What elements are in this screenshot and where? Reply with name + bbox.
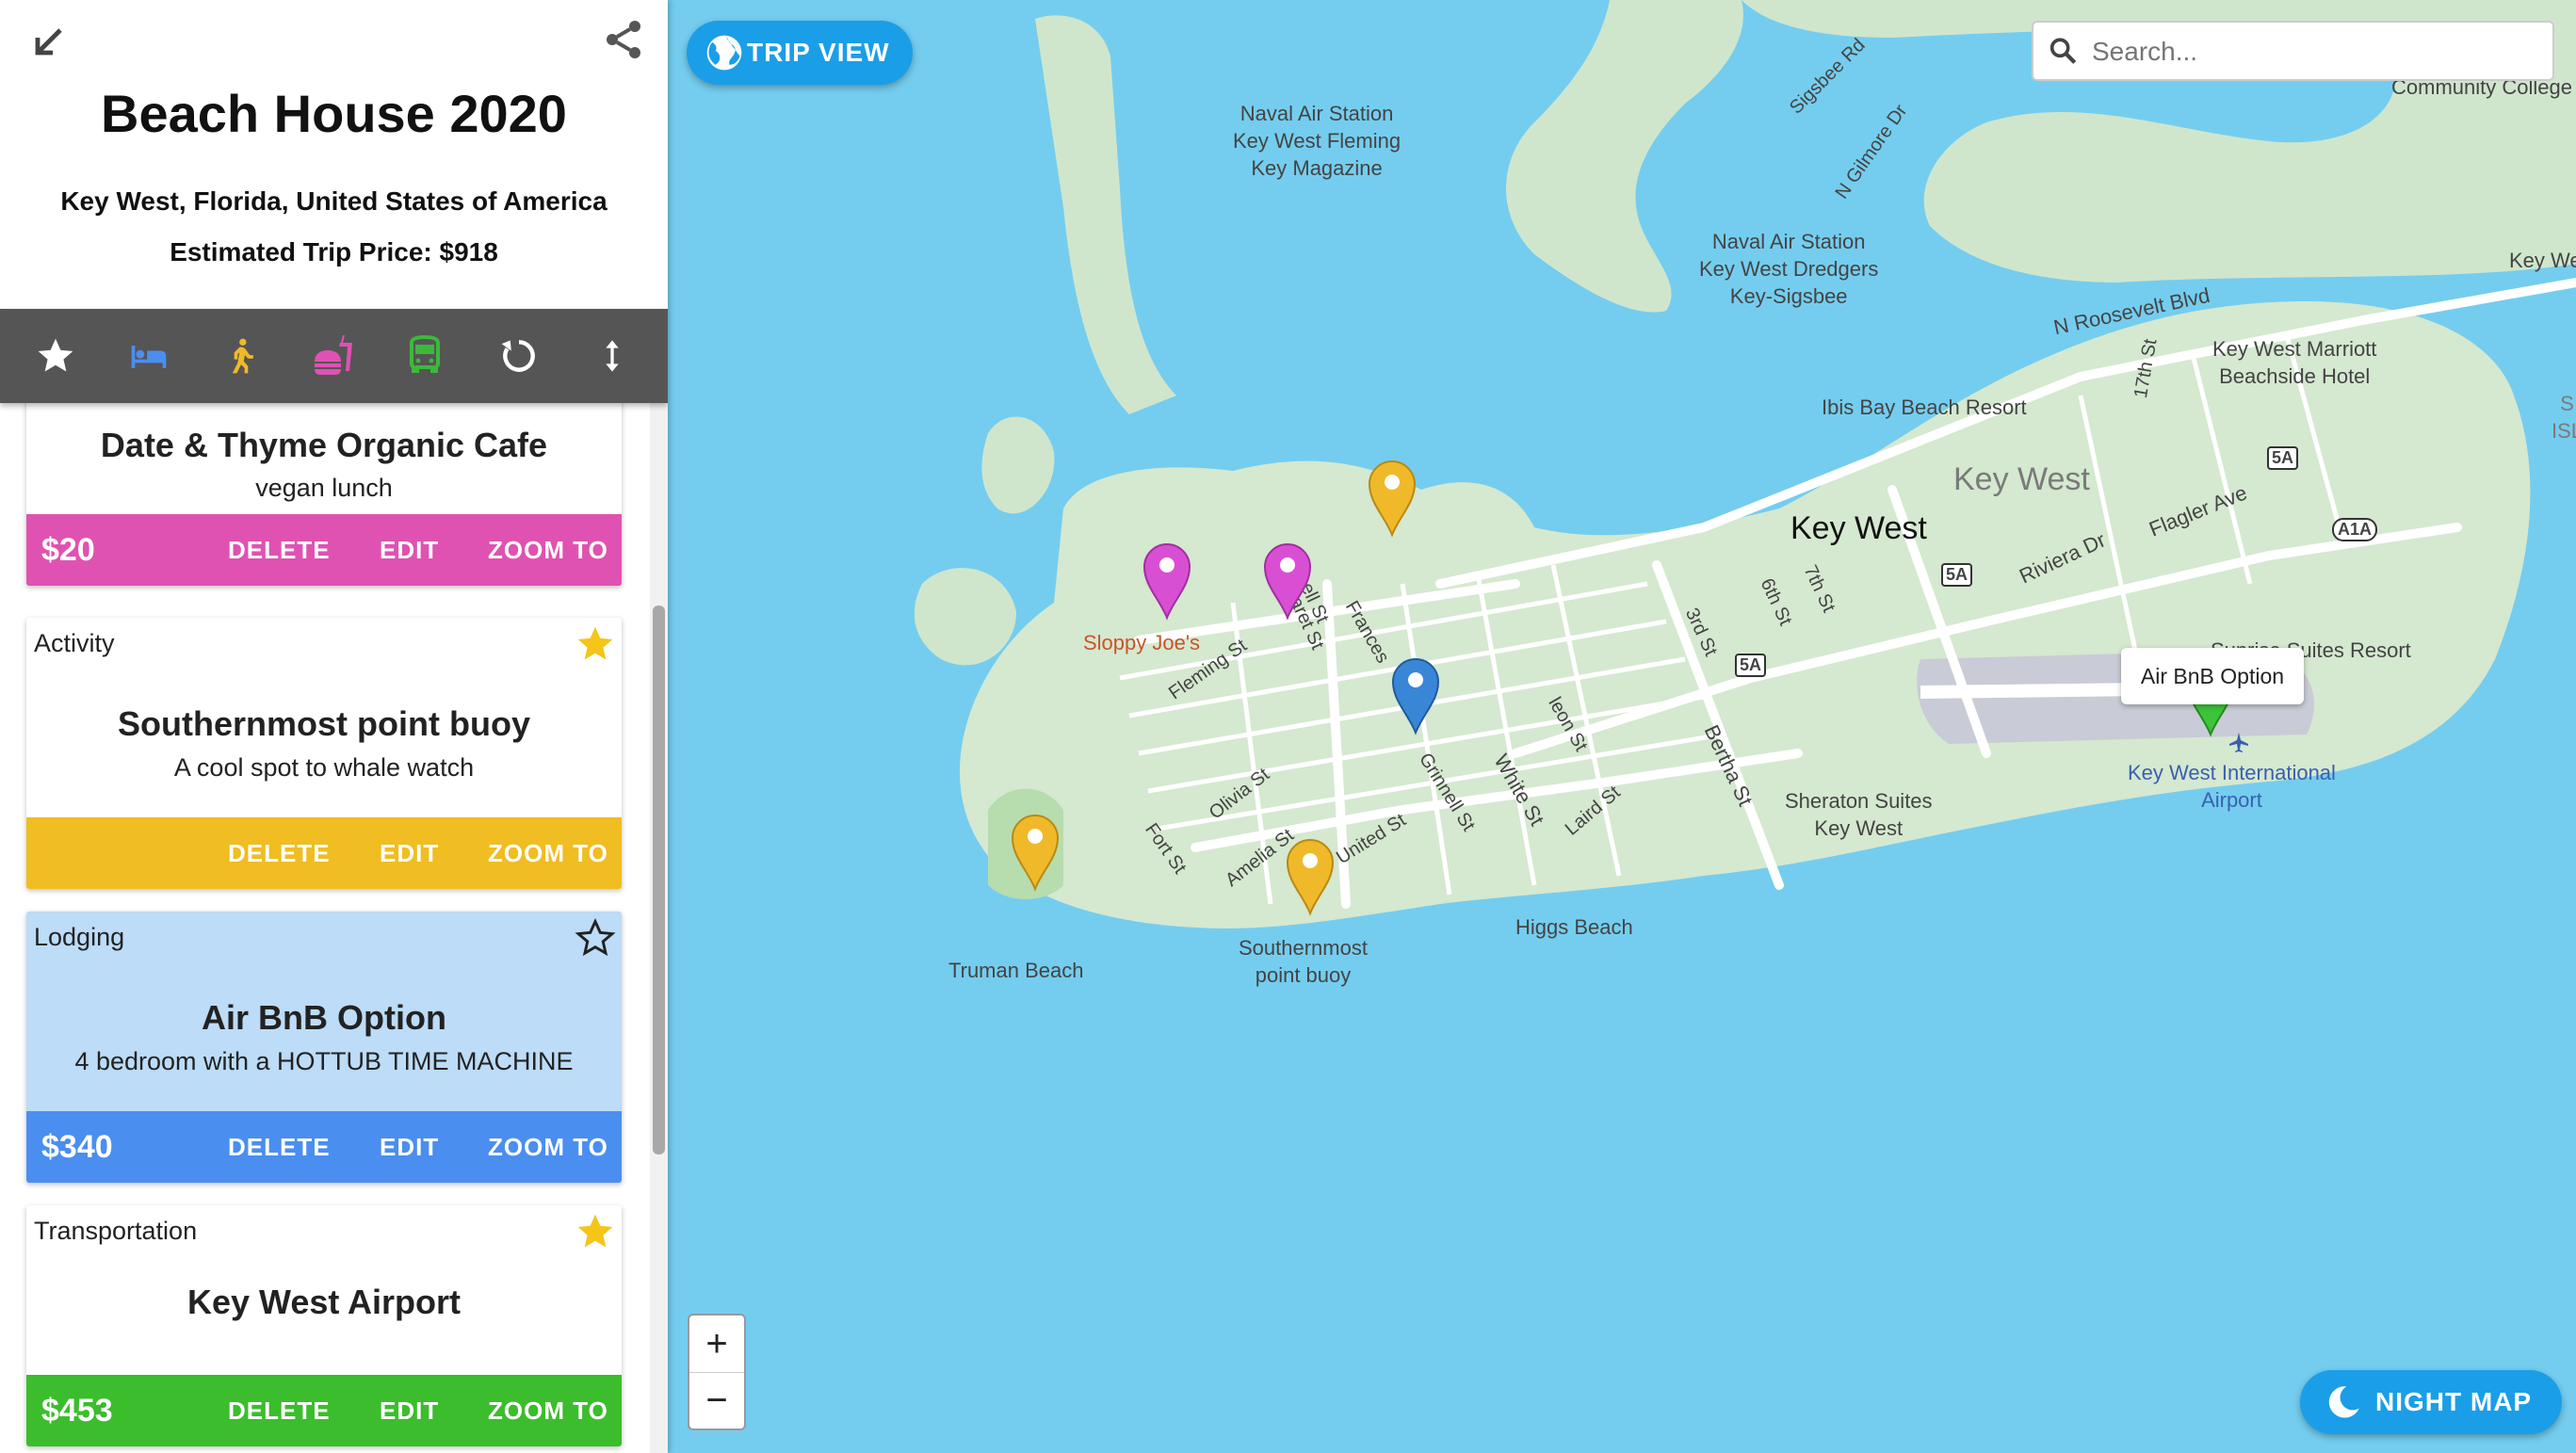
card-category: Activity <box>34 629 115 657</box>
map-marker-popup: Air BnB Option <box>2121 648 2304 704</box>
delete-button[interactable]: DELETE <box>228 1111 331 1183</box>
search-icon <box>2049 38 2077 64</box>
night-map-label: NIGHT MAP <box>2375 1387 2533 1416</box>
airplane-icon <box>2229 733 2248 752</box>
minimize-arrow-icon[interactable] <box>24 21 70 66</box>
star-filled-icon[interactable] <box>575 1211 616 1252</box>
trip-price: Estimated Trip Price: $918 <box>170 237 498 266</box>
filter-toolbar <box>0 309 668 403</box>
edit-button[interactable]: EDIT <box>380 1375 439 1446</box>
card-title: Air BnB Option <box>202 998 446 1037</box>
lodging-filter-button[interactable] <box>121 328 177 384</box>
map-pin-magenta[interactable] <box>1142 543 1191 621</box>
map-canvas[interactable]: Naval Air Station Key West Fleming Key M… <box>668 0 2576 1453</box>
zoom-in-button[interactable]: + <box>689 1316 744 1373</box>
bus-icon <box>409 334 440 373</box>
trip-title: Beach House 2020 <box>101 84 567 143</box>
night-map-button[interactable]: NIGHT MAP <box>2300 1370 2562 1434</box>
food-filter-button[interactable] <box>305 328 362 384</box>
walking-person-icon <box>232 338 253 374</box>
itinerary-card[interactable]: Transportation Key West Airport $453 DEL… <box>26 1205 622 1446</box>
itinerary-card[interactable]: Lodging Air BnB Option 4 bedroom with a … <box>26 912 622 1183</box>
vertical-arrows-icon <box>606 340 619 372</box>
zoom-controls: + − <box>688 1314 746 1430</box>
card-action-bar: $20 DELETE EDIT ZOOM TO <box>26 514 622 586</box>
star-filled-icon[interactable] <box>575 623 616 665</box>
card-title: Date & Thyme Organic Cafe <box>100 426 548 464</box>
card-price: $453 <box>41 1393 113 1429</box>
moon-icon <box>2328 1386 2359 1418</box>
map-pin-yellow[interactable] <box>1286 839 1335 916</box>
zoom-to-button[interactable]: ZOOM TO <box>488 1111 608 1183</box>
star-icon <box>38 338 73 372</box>
trip-view-label: TRIP VIEW <box>747 38 890 67</box>
share-icon[interactable] <box>601 17 646 62</box>
card-description: 4 bedroom with a HOTTUB TIME MACHINE <box>74 1047 574 1075</box>
favorites-filter-button[interactable] <box>27 328 84 384</box>
card-action-bar: $453 DELETE EDIT ZOOM TO <box>26 1375 622 1446</box>
itinerary-card-list: Date & Thyme Organic Cafe vegan lunch $2… <box>0 403 650 1453</box>
card-description: A cool spot to whale watch <box>173 753 475 782</box>
trip-header: Beach House 2020 Key West, Florida, Unit… <box>0 0 668 309</box>
delete-button[interactable]: DELETE <box>228 1375 331 1446</box>
search-input[interactable] <box>2090 23 2546 81</box>
zoom-to-button[interactable]: ZOOM TO <box>488 817 608 889</box>
zoom-out-button[interactable]: − <box>689 1372 744 1429</box>
expand-filter-button[interactable] <box>584 328 640 384</box>
fastfood-icon <box>315 335 353 375</box>
card-price: $340 <box>41 1129 113 1165</box>
edit-button[interactable]: EDIT <box>380 817 439 889</box>
itinerary-card[interactable]: Activity Southernmost point buoy A cool … <box>26 618 622 889</box>
card-list-scrollbar[interactable] <box>650 403 668 1453</box>
search-box[interactable] <box>2032 21 2554 81</box>
history-icon <box>501 340 536 372</box>
edit-button[interactable]: EDIT <box>380 1111 439 1183</box>
card-action-bar: DELETE EDIT ZOOM TO <box>26 817 622 889</box>
card-price: $20 <box>41 532 95 568</box>
map-pin-yellow[interactable] <box>1368 460 1417 538</box>
card-title: Southernmost point buoy <box>118 704 530 743</box>
star-outline-icon[interactable] <box>575 917 616 959</box>
card-action-bar: $340 DELETE EDIT ZOOM TO <box>26 1111 622 1183</box>
trip-view-button[interactable]: TRIP VIEW <box>687 21 913 85</box>
itinerary-card[interactable]: Date & Thyme Organic Cafe vegan lunch $2… <box>26 403 622 586</box>
delete-button[interactable]: DELETE <box>228 514 331 586</box>
trip-sidebar: Beach House 2020 Key West, Florida, Unit… <box>0 0 668 1453</box>
map-pin-yellow[interactable] <box>1011 815 1060 892</box>
card-category: Lodging <box>34 923 125 951</box>
transportation-filter-button[interactable] <box>398 328 455 384</box>
globe-icon <box>706 35 742 71</box>
history-filter-button[interactable] <box>491 328 547 384</box>
zoom-to-button[interactable]: ZOOM TO <box>488 1375 608 1446</box>
bed-icon <box>131 346 166 368</box>
zoom-to-button[interactable]: ZOOM TO <box>488 514 608 586</box>
trip-location: Key West, Florida, United States of Amer… <box>60 186 608 216</box>
card-description: vegan lunch <box>255 474 393 502</box>
card-title: Key West Airport <box>186 1283 462 1321</box>
map-pin-blue[interactable] <box>1391 658 1440 735</box>
delete-button[interactable]: DELETE <box>228 817 331 889</box>
map-pins-layer <box>1011 460 2248 916</box>
scrollbar-thumb[interactable] <box>653 605 665 1154</box>
map-pin-magenta[interactable] <box>1263 543 1312 621</box>
card-category: Transportation <box>34 1217 198 1245</box>
activity-filter-button[interactable] <box>213 328 269 384</box>
edit-button[interactable]: EDIT <box>380 514 439 586</box>
